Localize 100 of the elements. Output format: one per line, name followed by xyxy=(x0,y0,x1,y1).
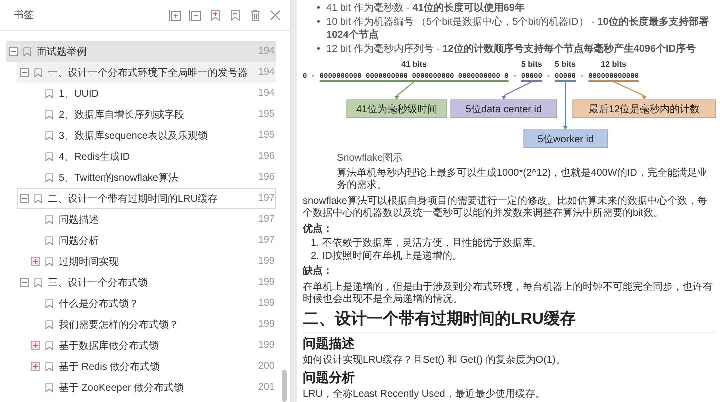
trash-icon xyxy=(249,8,262,22)
collapse-all-icon xyxy=(189,8,202,22)
bookmark-title[interactable]: 问题分析 xyxy=(59,234,252,248)
bookmark-title[interactable]: 基于 Redis 做分布式锁 xyxy=(59,360,252,374)
bullet-item: 12 bit 作为毫秒内序列号 - 12位的计数顺序号支持每个节点每毫秒产生4096个ID序号 xyxy=(326,43,696,56)
bookmark-icon xyxy=(34,276,44,288)
bookmark-title[interactable]: 二、设计一个带有过期时间的LRU缓存 xyxy=(48,192,252,206)
bookmark-title[interactable]: 1、UUID xyxy=(59,86,252,100)
diagram-box-label: 5位data center id xyxy=(466,104,542,116)
bookmark-title[interactable]: 5、Twitter的snowflake算法 xyxy=(59,170,252,184)
bullet-marker: • xyxy=(317,2,321,15)
bookmark-icon xyxy=(34,66,44,78)
bookmark-row[interactable]: 基于数据库做分布式锁 199 xyxy=(28,335,276,356)
list-item: ID按照时间在单机上是递增的。 xyxy=(322,250,462,263)
bookmark-icon xyxy=(45,88,55,100)
bookmark-title[interactable]: 我们需要怎样的分布式锁？ xyxy=(59,318,252,332)
page-number: 199 xyxy=(258,256,275,267)
bookmark-title[interactable]: 基于 ZooKeeper 做分布式锁 xyxy=(59,380,252,394)
bookmark-row[interactable]: 二、设计一个带有过期时间的LRU缓存 197 xyxy=(17,188,276,209)
expand-toggle[interactable] xyxy=(31,362,40,371)
bookmark-row[interactable]: 基于 ZooKeeper 做分布式锁 201 xyxy=(28,377,276,398)
collapse-toggle[interactable] xyxy=(20,278,29,287)
bookmark-row[interactable]: 2、数据库自增长序列或字段 195 xyxy=(28,104,276,125)
bookmark-row[interactable]: 5、Twitter的snowflake算法 196 xyxy=(28,167,276,188)
bookmark-icon xyxy=(45,150,55,162)
page-number: 195 xyxy=(258,109,275,120)
collapse-toggle[interactable] xyxy=(20,194,29,203)
bookmark-row[interactable]: 一、设计一个分布式环境下全局唯一的发号器 194 xyxy=(17,62,276,83)
arrow xyxy=(613,82,647,100)
page-number: 199 xyxy=(258,298,275,309)
bookmark-row[interactable]: 过期时间实现 199 xyxy=(28,251,276,272)
bit-label: 41 bits xyxy=(402,60,427,69)
page-number: 195 xyxy=(258,130,275,141)
bookmark-row[interactable]: 什么是分布式锁？ 199 xyxy=(28,293,276,314)
page-number: 197 xyxy=(258,235,275,246)
collapse-toggle[interactable] xyxy=(20,68,29,77)
expand-toggle[interactable] xyxy=(31,341,40,350)
bookmark-row[interactable]: 基于 Redis 做分布式锁 200 xyxy=(28,356,276,377)
page-number: 196 xyxy=(258,172,275,183)
bookmark-icon xyxy=(45,360,55,372)
toolbar-button[interactable] xyxy=(189,8,202,22)
page-number: 200 xyxy=(258,361,275,372)
toolbar-button[interactable] xyxy=(209,8,222,22)
bookmark-title[interactable]: 三、设计一个分布式锁 xyxy=(48,276,252,290)
toolbar-button[interactable] xyxy=(229,8,242,22)
page-number: 194 xyxy=(258,46,275,57)
bookmark-title[interactable]: 一、设计一个分布式环境下全局唯一的发号器 xyxy=(48,66,252,80)
figure-caption: Snowflake图示 xyxy=(336,153,404,166)
bookmark-icon xyxy=(45,318,55,330)
expand-toggle[interactable] xyxy=(31,257,40,266)
toolbar-button[interactable] xyxy=(169,8,182,22)
toolbar-button[interactable] xyxy=(269,8,282,22)
toolbar-button[interactable] xyxy=(249,8,262,22)
bookmark-title[interactable]: 2、数据库自增长序列或字段 xyxy=(59,108,252,122)
bookmark-title[interactable]: 4、Redis生成ID xyxy=(59,150,252,164)
list-item: 不依赖于数据库，灵活方便，且性能优于数据库。 xyxy=(322,238,542,250)
section-heading: 二、设计一个带有过期时间的LRU缓存 xyxy=(303,310,716,332)
list-number: 1. xyxy=(311,238,320,250)
collapse-toggle[interactable] xyxy=(9,47,18,56)
subsection-heading: 问题描述 xyxy=(303,336,356,352)
page-number: 194 xyxy=(258,88,275,99)
paragraph: 算法单机每秒内理论上最多可以生成1000*(2^12)，也就是400W的ID，完全能满足业务的需求。 xyxy=(336,168,708,192)
bookmark-row[interactable]: 1、UUID 194 xyxy=(28,83,276,104)
bookmark-title[interactable]: 基于数据库做分布式锁 xyxy=(59,338,252,352)
scrollbar-thumb[interactable] xyxy=(282,370,287,402)
bullet-item: 10 bit 作为机器编号 （5个bit是数据中心，5个bit的机器ID） - 10位的长度最多支持部署1024个节点 xyxy=(326,16,710,42)
subsection-heading: 问题分析 xyxy=(303,370,356,386)
paragraph: snowflake算法可以根据自身项目的需要进行一定的修改。比如估算未来的数据中心个数，每个数据中心的机器数以及统一毫秒可以能的并发数来调整在算法中所需要的bit数。 xyxy=(303,196,708,220)
bit-label: 12 bits xyxy=(601,60,626,69)
arrow xyxy=(394,82,415,100)
bookmark-row[interactable]: 我们需要怎样的分布式锁？ 199 xyxy=(28,314,276,335)
arrow xyxy=(502,82,532,100)
bookmark-row[interactable]: 面试题举例 194 xyxy=(6,41,276,62)
section-label: 优点： xyxy=(303,224,334,236)
arrow xyxy=(563,82,568,130)
section-label: 缺点： xyxy=(303,266,334,278)
bookmark-title[interactable]: 什么是分布式锁？ xyxy=(59,296,252,310)
bookmark-icon xyxy=(45,298,55,310)
bookmark-icon xyxy=(34,192,44,204)
add-bookmark-icon xyxy=(209,8,222,22)
bookmark-icon xyxy=(45,234,55,246)
bullet-marker: • xyxy=(317,43,321,56)
bookmark-row[interactable]: 三、设计一个分布式锁 199 xyxy=(17,272,276,293)
panel-title: 书签 xyxy=(14,8,34,22)
diagram-box-label: 最后12位是毫秒内的计数 xyxy=(588,104,700,116)
bookmark-title[interactable]: 3、数据库sequence表以及乐观锁 xyxy=(59,128,252,142)
bit-label: 5 bits xyxy=(555,60,576,69)
bookmark-title[interactable]: 面试题举例 xyxy=(37,44,252,58)
bookmark-row[interactable]: 问题描述 197 xyxy=(28,209,276,230)
page-number: 199 xyxy=(258,340,275,351)
list-number: 2. xyxy=(311,250,320,263)
bookmark-title[interactable]: 过期时间实现 xyxy=(59,254,252,268)
bookmark-icon xyxy=(45,256,55,268)
page-number: 201 xyxy=(258,382,275,393)
bookmark-icon xyxy=(23,46,33,58)
bookmark-title[interactable]: 问题描述 xyxy=(59,212,252,226)
page-number: 197 xyxy=(258,214,275,225)
bookmark-row[interactable]: 4、Redis生成ID 196 xyxy=(28,146,276,167)
bookmark-row[interactable]: 问题分析 197 xyxy=(28,230,276,251)
bookmark-row[interactable]: 3、数据库sequence表以及乐观锁 195 xyxy=(28,125,276,146)
